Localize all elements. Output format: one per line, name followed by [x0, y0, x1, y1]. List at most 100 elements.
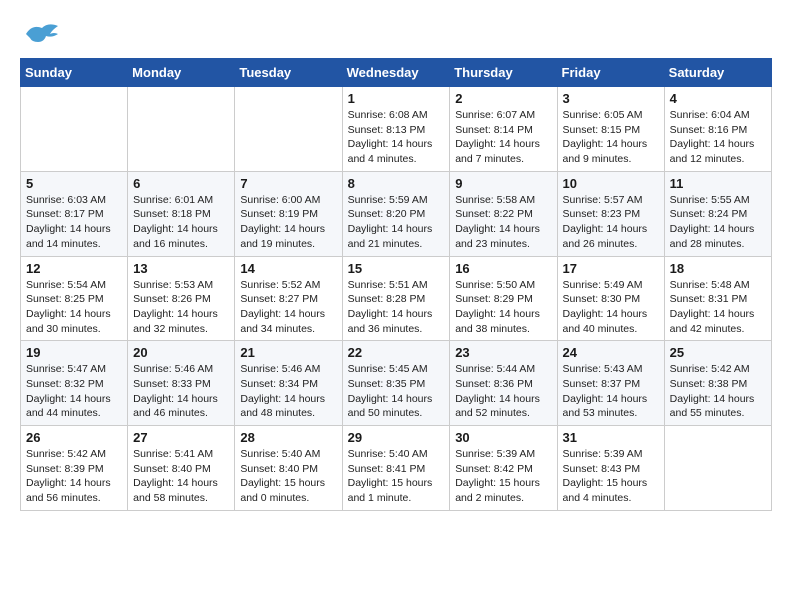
- calendar-week-row: 19 Sunrise: 5:47 AM Sunset: 8:32 PM Dayli…: [21, 341, 772, 426]
- calendar-day-cell: 4 Sunrise: 6:04 AM Sunset: 8:16 PM Daylig…: [664, 87, 771, 172]
- day-info: Sunrise: 5:43 AM Sunset: 8:37 PM Dayligh…: [563, 362, 659, 421]
- day-info: Sunrise: 5:42 AM Sunset: 8:39 PM Dayligh…: [26, 447, 122, 506]
- calendar-day-cell: 1 Sunrise: 6:08 AM Sunset: 8:13 PM Daylig…: [342, 87, 450, 172]
- day-number: 19: [26, 345, 122, 360]
- day-info: Sunrise: 6:05 AM Sunset: 8:15 PM Dayligh…: [563, 108, 659, 167]
- day-info: Sunrise: 6:07 AM Sunset: 8:14 PM Dayligh…: [455, 108, 551, 167]
- day-info: Sunrise: 5:39 AM Sunset: 8:43 PM Dayligh…: [563, 447, 659, 506]
- day-number: 17: [563, 261, 659, 276]
- day-info: Sunrise: 6:08 AM Sunset: 8:13 PM Dayligh…: [348, 108, 445, 167]
- day-number: 13: [133, 261, 229, 276]
- day-number: 16: [455, 261, 551, 276]
- day-number: 10: [563, 176, 659, 191]
- calendar-day-cell: 25 Sunrise: 5:42 AM Sunset: 8:38 PM Dayli…: [664, 341, 771, 426]
- day-number: 30: [455, 430, 551, 445]
- calendar-day-cell: 17Sunrise: 5:49 AM Sunset: 8:30 PM Dayli…: [557, 256, 664, 341]
- calendar-week-row: 12 Sunrise: 5:54 AM Sunset: 8:25 PM Dayli…: [21, 256, 772, 341]
- day-info: Sunrise: 6:04 AM Sunset: 8:16 PM Dayligh…: [670, 108, 766, 167]
- calendar-day-cell: 2 Sunrise: 6:07 AM Sunset: 8:14 PM Daylig…: [450, 87, 557, 172]
- calendar-day-cell: 28 Sunrise: 5:40 AM Sunset: 8:40 PM Dayli…: [235, 426, 342, 511]
- day-number: 6: [133, 176, 229, 191]
- day-number: 3: [563, 91, 659, 106]
- day-info: Sunrise: 5:42 AM Sunset: 8:38 PM Dayligh…: [670, 362, 766, 421]
- calendar-day-cell: 15 Sunrise: 5:51 AM Sunset: 8:28 PM Dayli…: [342, 256, 450, 341]
- day-info: Sunrise: 5:59 AM Sunset: 8:20 PM Dayligh…: [348, 193, 445, 252]
- day-info: Sunrise: 5:46 AM Sunset: 8:33 PM Dayligh…: [133, 362, 229, 421]
- day-info: Sunrise: 5:53 AM Sunset: 8:26 PM Dayligh…: [133, 278, 229, 337]
- day-info: Sunrise: 5:54 AM Sunset: 8:25 PM Dayligh…: [26, 278, 122, 337]
- day-number: 27: [133, 430, 229, 445]
- day-info: Sunrise: 5:51 AM Sunset: 8:28 PM Dayligh…: [348, 278, 445, 337]
- day-of-week-header: Wednesday: [342, 59, 450, 87]
- calendar-day-cell: 22Sunrise: 5:45 AM Sunset: 8:35 PM Dayli…: [342, 341, 450, 426]
- day-info: Sunrise: 5:40 AM Sunset: 8:40 PM Dayligh…: [240, 447, 336, 506]
- calendar-day-cell: 8 Sunrise: 5:59 AM Sunset: 8:20 PM Daylig…: [342, 171, 450, 256]
- calendar-day-cell: 27 Sunrise: 5:41 AM Sunset: 8:40 PM Dayli…: [128, 426, 235, 511]
- day-of-week-header: Tuesday: [235, 59, 342, 87]
- day-info: Sunrise: 6:03 AM Sunset: 8:17 PM Dayligh…: [26, 193, 122, 252]
- calendar-week-row: 1 Sunrise: 6:08 AM Sunset: 8:13 PM Daylig…: [21, 87, 772, 172]
- day-number: 18: [670, 261, 766, 276]
- calendar-day-cell: 6 Sunrise: 6:01 AM Sunset: 8:18 PM Daylig…: [128, 171, 235, 256]
- page-header: [20, 20, 772, 48]
- calendar-header-row: SundayMondayTuesdayWednesdayThursdayFrid…: [21, 59, 772, 87]
- day-info: Sunrise: 5:57 AM Sunset: 8:23 PM Dayligh…: [563, 193, 659, 252]
- day-number: 28: [240, 430, 336, 445]
- calendar-day-cell: 24 Sunrise: 5:43 AM Sunset: 8:37 PM Dayli…: [557, 341, 664, 426]
- day-of-week-header: Thursday: [450, 59, 557, 87]
- calendar-day-cell: 26Sunrise: 5:42 AM Sunset: 8:39 PM Dayli…: [21, 426, 128, 511]
- day-of-week-header: Saturday: [664, 59, 771, 87]
- day-info: Sunrise: 6:00 AM Sunset: 8:19 PM Dayligh…: [240, 193, 336, 252]
- day-of-week-header: Monday: [128, 59, 235, 87]
- calendar-empty-cell: [235, 87, 342, 172]
- day-of-week-header: Friday: [557, 59, 664, 87]
- day-number: 24: [563, 345, 659, 360]
- day-number: 2: [455, 91, 551, 106]
- calendar-empty-cell: [21, 87, 128, 172]
- calendar-day-cell: 3 Sunrise: 6:05 AM Sunset: 8:15 PM Daylig…: [557, 87, 664, 172]
- calendar-day-cell: 29 Sunrise: 5:40 AM Sunset: 8:41 PM Dayli…: [342, 426, 450, 511]
- day-number: 5: [26, 176, 122, 191]
- calendar-empty-cell: [128, 87, 235, 172]
- day-number: 1: [348, 91, 445, 106]
- calendar-day-cell: 20Sunrise: 5:46 AM Sunset: 8:33 PM Dayli…: [128, 341, 235, 426]
- day-number: 29: [348, 430, 445, 445]
- calendar-day-cell: 18Sunrise: 5:48 AM Sunset: 8:31 PM Dayli…: [664, 256, 771, 341]
- calendar-week-row: 5 Sunrise: 6:03 AM Sunset: 8:17 PM Daylig…: [21, 171, 772, 256]
- day-number: 9: [455, 176, 551, 191]
- day-number: 14: [240, 261, 336, 276]
- calendar-day-cell: 19 Sunrise: 5:47 AM Sunset: 8:32 PM Dayli…: [21, 341, 128, 426]
- calendar-table: SundayMondayTuesdayWednesdayThursdayFrid…: [20, 58, 772, 511]
- calendar-day-cell: 30Sunrise: 5:39 AM Sunset: 8:42 PM Dayli…: [450, 426, 557, 511]
- calendar-day-cell: 16 Sunrise: 5:50 AM Sunset: 8:29 PM Dayli…: [450, 256, 557, 341]
- calendar-day-cell: 10 Sunrise: 5:57 AM Sunset: 8:23 PM Dayli…: [557, 171, 664, 256]
- day-of-week-header: Sunday: [21, 59, 128, 87]
- day-number: 11: [670, 176, 766, 191]
- day-number: 21: [240, 345, 336, 360]
- calendar-day-cell: 23 Sunrise: 5:44 AM Sunset: 8:36 PM Dayli…: [450, 341, 557, 426]
- calendar-day-cell: 9 Sunrise: 5:58 AM Sunset: 8:22 PM Daylig…: [450, 171, 557, 256]
- day-info: Sunrise: 5:47 AM Sunset: 8:32 PM Dayligh…: [26, 362, 122, 421]
- calendar-empty-cell: [664, 426, 771, 511]
- day-info: Sunrise: 5:40 AM Sunset: 8:41 PM Dayligh…: [348, 447, 445, 506]
- day-number: 4: [670, 91, 766, 106]
- calendar-day-cell: 14 Sunrise: 5:52 AM Sunset: 8:27 PM Dayli…: [235, 256, 342, 341]
- day-info: Sunrise: 5:55 AM Sunset: 8:24 PM Dayligh…: [670, 193, 766, 252]
- day-number: 25: [670, 345, 766, 360]
- logo-bird-icon: [24, 20, 60, 48]
- day-number: 15: [348, 261, 445, 276]
- day-number: 23: [455, 345, 551, 360]
- day-number: 8: [348, 176, 445, 191]
- day-info: Sunrise: 5:52 AM Sunset: 8:27 PM Dayligh…: [240, 278, 336, 337]
- day-number: 7: [240, 176, 336, 191]
- calendar-day-cell: 5 Sunrise: 6:03 AM Sunset: 8:17 PM Daylig…: [21, 171, 128, 256]
- day-info: Sunrise: 5:44 AM Sunset: 8:36 PM Dayligh…: [455, 362, 551, 421]
- day-info: Sunrise: 5:50 AM Sunset: 8:29 PM Dayligh…: [455, 278, 551, 337]
- day-info: Sunrise: 6:01 AM Sunset: 8:18 PM Dayligh…: [133, 193, 229, 252]
- day-info: Sunrise: 5:58 AM Sunset: 8:22 PM Dayligh…: [455, 193, 551, 252]
- calendar-day-cell: 7 Sunrise: 6:00 AM Sunset: 8:19 PM Daylig…: [235, 171, 342, 256]
- calendar-day-cell: 11 Sunrise: 5:55 AM Sunset: 8:24 PM Dayli…: [664, 171, 771, 256]
- day-number: 12: [26, 261, 122, 276]
- day-info: Sunrise: 5:46 AM Sunset: 8:34 PM Dayligh…: [240, 362, 336, 421]
- day-info: Sunrise: 5:41 AM Sunset: 8:40 PM Dayligh…: [133, 447, 229, 506]
